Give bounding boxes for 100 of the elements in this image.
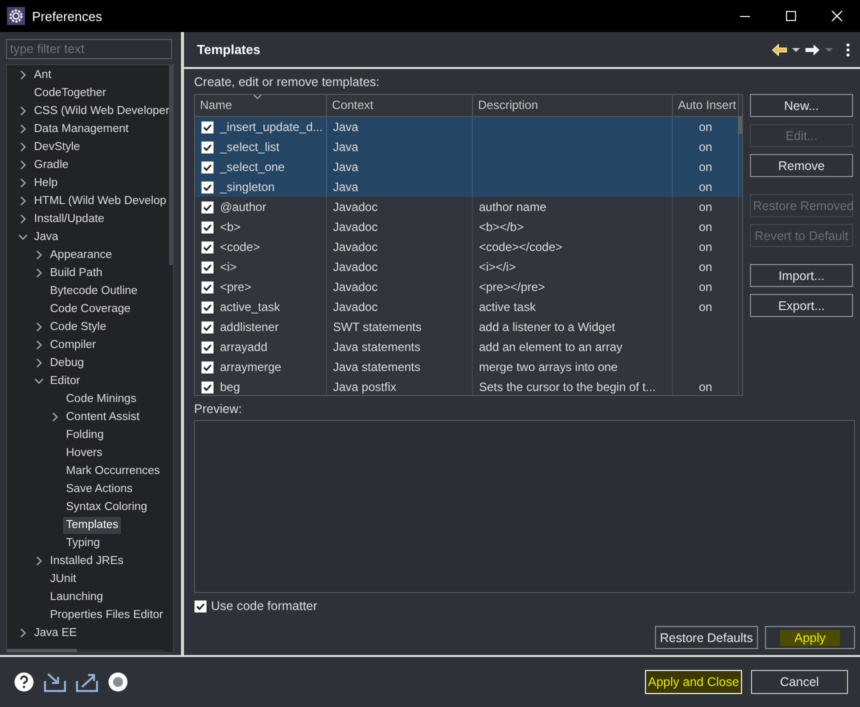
selected-row[interactable]: _select_list Java on — [195, 137, 742, 157]
checkbox[interactable] — [201, 140, 214, 154]
window-title: Preferences — [32, 8, 102, 24]
help-icon[interactable] — [14, 672, 34, 692]
selected-row[interactable]: _select_one Java on — [195, 157, 742, 177]
tree-item[interactable]: Appearance — [47, 246, 116, 264]
tree-item[interactable]: Build Path — [47, 264, 106, 282]
forward-arrow-icon[interactable] — [805, 44, 820, 56]
vertical-scrollbar[interactable] — [738, 116, 742, 134]
tree-item[interactable]: Help — [31, 174, 61, 192]
tree-item[interactable]: DevStyle — [31, 138, 84, 156]
table-cell: author name — [473, 197, 673, 217]
table-cell: Javadoc — [327, 237, 473, 257]
more-menu-icon[interactable] — [846, 42, 850, 56]
checkbox[interactable] — [201, 360, 214, 374]
dialog-button[interactable]: Apply and Close — [645, 670, 742, 694]
tree-item[interactable]: Java EE — [31, 624, 80, 642]
tree-item[interactable]: Java — [31, 228, 62, 246]
checkbox[interactable] — [201, 320, 214, 334]
tree-item[interactable]: Hovers — [63, 444, 106, 462]
sort-caret-icon — [253, 95, 262, 99]
tree-item[interactable]: Ant — [31, 66, 54, 84]
import-icon[interactable] — [44, 672, 66, 692]
tree-item[interactable]: Save Actions — [63, 480, 136, 498]
expand-chevron-icon[interactable] — [20, 106, 26, 116]
checkbox[interactable] — [201, 380, 214, 394]
maximize-icon[interactable] — [785, 10, 797, 22]
tree-item[interactable]: Install/Update — [31, 210, 108, 228]
expand-chevron-icon[interactable] — [36, 358, 42, 368]
template-name: @author — [220, 199, 266, 216]
checkbox-label[interactable]: Use code formatter — [211, 599, 318, 613]
expand-chevron-icon[interactable] — [20, 124, 26, 134]
side-button[interactable]: Remove — [750, 154, 853, 177]
tree-item[interactable]: Code Minings — [63, 390, 140, 408]
tree-item[interactable]: CodeTogether — [31, 84, 110, 102]
tree-item[interactable]: Code Style — [47, 318, 110, 336]
tree-item[interactable]: CSS (Wild Web Developer — [31, 102, 172, 120]
tree-item[interactable]: Mark Occurrences — [63, 462, 163, 480]
expand-chevron-icon[interactable] — [36, 322, 42, 332]
tree-item[interactable]: Gradle — [31, 156, 72, 174]
side-button[interactable]: Export... — [750, 294, 853, 317]
expand-chevron-icon[interactable] — [20, 142, 26, 152]
page-button[interactable]: Apply — [765, 626, 855, 649]
dropdown-caret-icon[interactable] — [792, 48, 800, 52]
tree-item[interactable]: Syntax Coloring — [63, 498, 150, 516]
record-icon[interactable] — [108, 672, 128, 692]
collapse-chevron-icon[interactable] — [34, 378, 44, 384]
back-arrow-icon[interactable] — [772, 44, 787, 56]
expand-chevron-icon[interactable] — [20, 70, 26, 80]
checkbox[interactable] — [201, 240, 214, 254]
expand-chevron-icon[interactable] — [36, 250, 42, 260]
tree-item[interactable]: Properties Files Editor — [47, 606, 166, 624]
checkbox[interactable] — [201, 280, 214, 294]
tree-item[interactable]: Folding — [63, 426, 107, 444]
expand-chevron-icon[interactable] — [20, 628, 26, 638]
tree-item[interactable]: Debug — [47, 354, 87, 372]
expand-chevron-icon[interactable] — [20, 178, 26, 188]
tree-item[interactable]: Compiler — [47, 336, 100, 354]
collapse-chevron-icon[interactable] — [18, 234, 28, 240]
checkbox[interactable] — [194, 600, 207, 612]
expand-chevron-icon[interactable] — [36, 268, 42, 278]
tree-item[interactable]: Editor — [47, 372, 84, 390]
expand-chevron-icon[interactable] — [36, 556, 42, 566]
selected-row[interactable]: _singleton Java on — [195, 177, 742, 197]
side-button[interactable]: Import... — [750, 264, 853, 287]
app-gear-icon — [7, 7, 25, 25]
checkbox[interactable] — [201, 300, 214, 314]
checkbox[interactable] — [201, 180, 214, 194]
side-button[interactable]: New... — [750, 94, 853, 117]
tree-item[interactable]: Launching — [47, 588, 106, 606]
tree-item[interactable]: Content Assist — [63, 408, 143, 426]
checkbox[interactable] — [201, 220, 214, 234]
expand-chevron-icon[interactable] — [36, 340, 42, 350]
export-icon[interactable] — [76, 672, 98, 692]
tree-item[interactable]: Typing — [63, 534, 103, 552]
expand-chevron-icon[interactable] — [20, 214, 26, 224]
expand-chevron-icon[interactable] — [20, 160, 26, 170]
horizontal-scrollbar[interactable] — [7, 649, 165, 652]
filter-field[interactable]: type filter text — [6, 39, 172, 59]
selected-row[interactable]: _insert_update_d... Java on — [195, 117, 742, 137]
tree-item[interactable]: JUnit — [47, 570, 80, 588]
template-name: <b> — [220, 219, 241, 236]
close-icon[interactable] — [831, 10, 843, 22]
tree-item[interactable]: HTML (Wild Web Develop — [31, 192, 170, 210]
checkbox[interactable] — [201, 200, 214, 214]
checkbox[interactable] — [201, 260, 214, 274]
preview-label: Preview: — [194, 402, 243, 416]
checkbox[interactable] — [201, 160, 214, 174]
tree-item[interactable]: Installed JREs — [47, 552, 127, 570]
page-button[interactable]: Restore Defaults — [654, 626, 758, 649]
tree-item[interactable]: Code Coverage — [47, 300, 134, 318]
expand-chevron-icon[interactable] — [52, 412, 58, 422]
tree-item[interactable]: Templates — [63, 516, 122, 534]
expand-chevron-icon[interactable] — [20, 196, 26, 206]
template-name: _select_list — [220, 139, 280, 156]
dialog-button[interactable]: Cancel — [751, 670, 848, 694]
tree-item[interactable]: Bytecode Outline — [47, 282, 141, 300]
tree-item[interactable]: Data Management — [31, 120, 132, 138]
checkbox[interactable] — [201, 120, 214, 134]
checkbox[interactable] — [201, 340, 214, 354]
